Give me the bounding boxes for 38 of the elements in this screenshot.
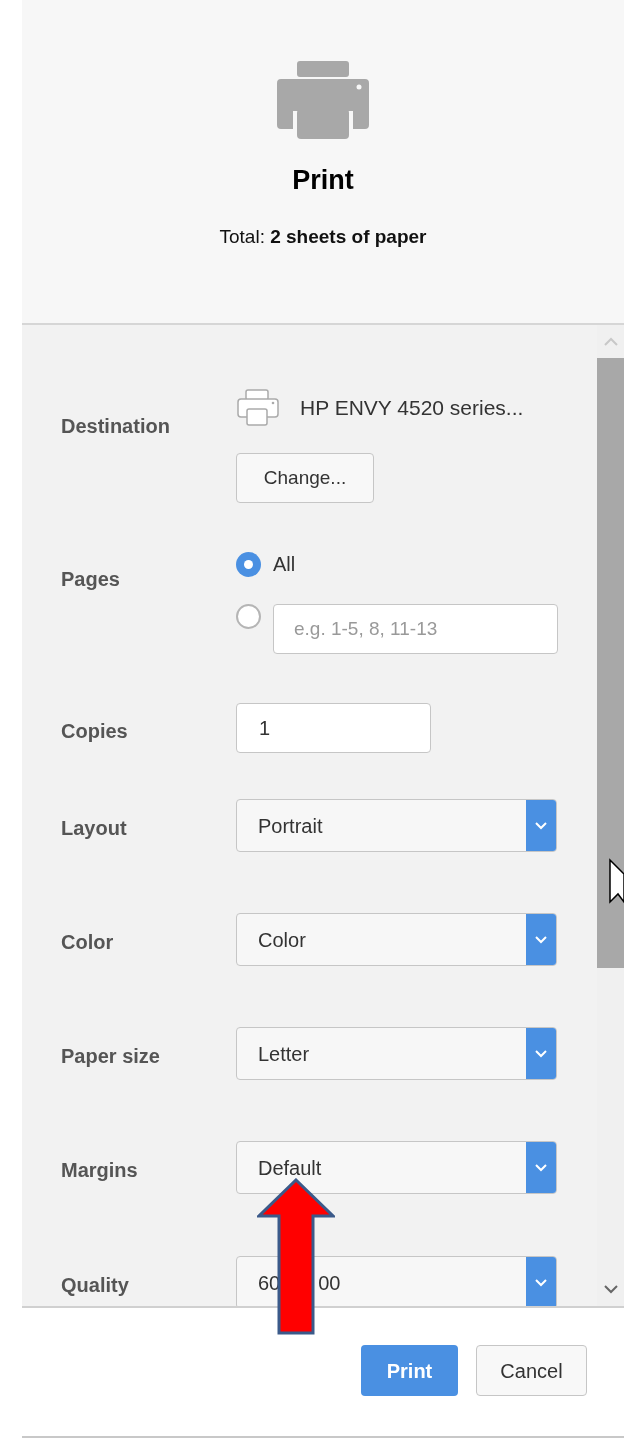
cancel-button[interactable]: Cancel	[476, 1345, 587, 1396]
dropdown-value: Color	[258, 927, 306, 953]
setting-label: Quality	[61, 1273, 130, 1298]
printer-icon	[236, 388, 280, 428]
scroll-down-icon[interactable]	[603, 1285, 618, 1294]
dropdown[interactable]: Portrait	[236, 799, 557, 852]
radio-label: All	[273, 552, 296, 577]
dropdown-value: 00	[318, 1270, 341, 1296]
dialog-title: Print	[292, 164, 354, 197]
dropdown-value: Letter	[258, 1041, 310, 1067]
page-range-field[interactable]: e.g. 1-5, 8, 11-13	[273, 604, 558, 654]
dropdown-value: Portrait	[258, 813, 323, 839]
chevron-down-icon	[535, 1049, 547, 1058]
chevron-down-icon	[535, 1163, 547, 1172]
setting-label: Layout	[61, 816, 128, 841]
chevron-down-icon	[535, 1278, 547, 1287]
change-button[interactable]: Change...	[236, 453, 374, 503]
setting-label: Color	[61, 930, 115, 955]
chevron-down-icon	[535, 821, 547, 830]
cursor-icon	[608, 858, 624, 904]
setting-label: Destination	[61, 414, 171, 439]
scroll-up-icon[interactable]	[603, 337, 618, 346]
dropdown[interactable]: Color	[236, 913, 557, 966]
setting-label: Pages	[61, 567, 121, 592]
copies-field[interactable]: 1	[236, 703, 431, 753]
printer-icon	[277, 61, 369, 139]
setting-label: Margins	[61, 1158, 139, 1183]
scrollbar-thumb[interactable]	[597, 358, 624, 968]
dropdown[interactable]: Letter	[236, 1027, 557, 1080]
summary-text: Total: 2 sheets of paper	[219, 224, 427, 249]
printer-name: HP ENVY 4520 series...	[300, 395, 524, 422]
radio-button[interactable]	[236, 551, 261, 577]
radio-button[interactable]	[236, 604, 261, 629]
chevron-down-icon	[535, 935, 547, 944]
dropdown-value: Default	[258, 1155, 322, 1181]
dropdown[interactable]: Default	[236, 1141, 557, 1194]
setting-label: Paper size	[61, 1044, 161, 1069]
setting-label: Copies	[61, 719, 129, 744]
